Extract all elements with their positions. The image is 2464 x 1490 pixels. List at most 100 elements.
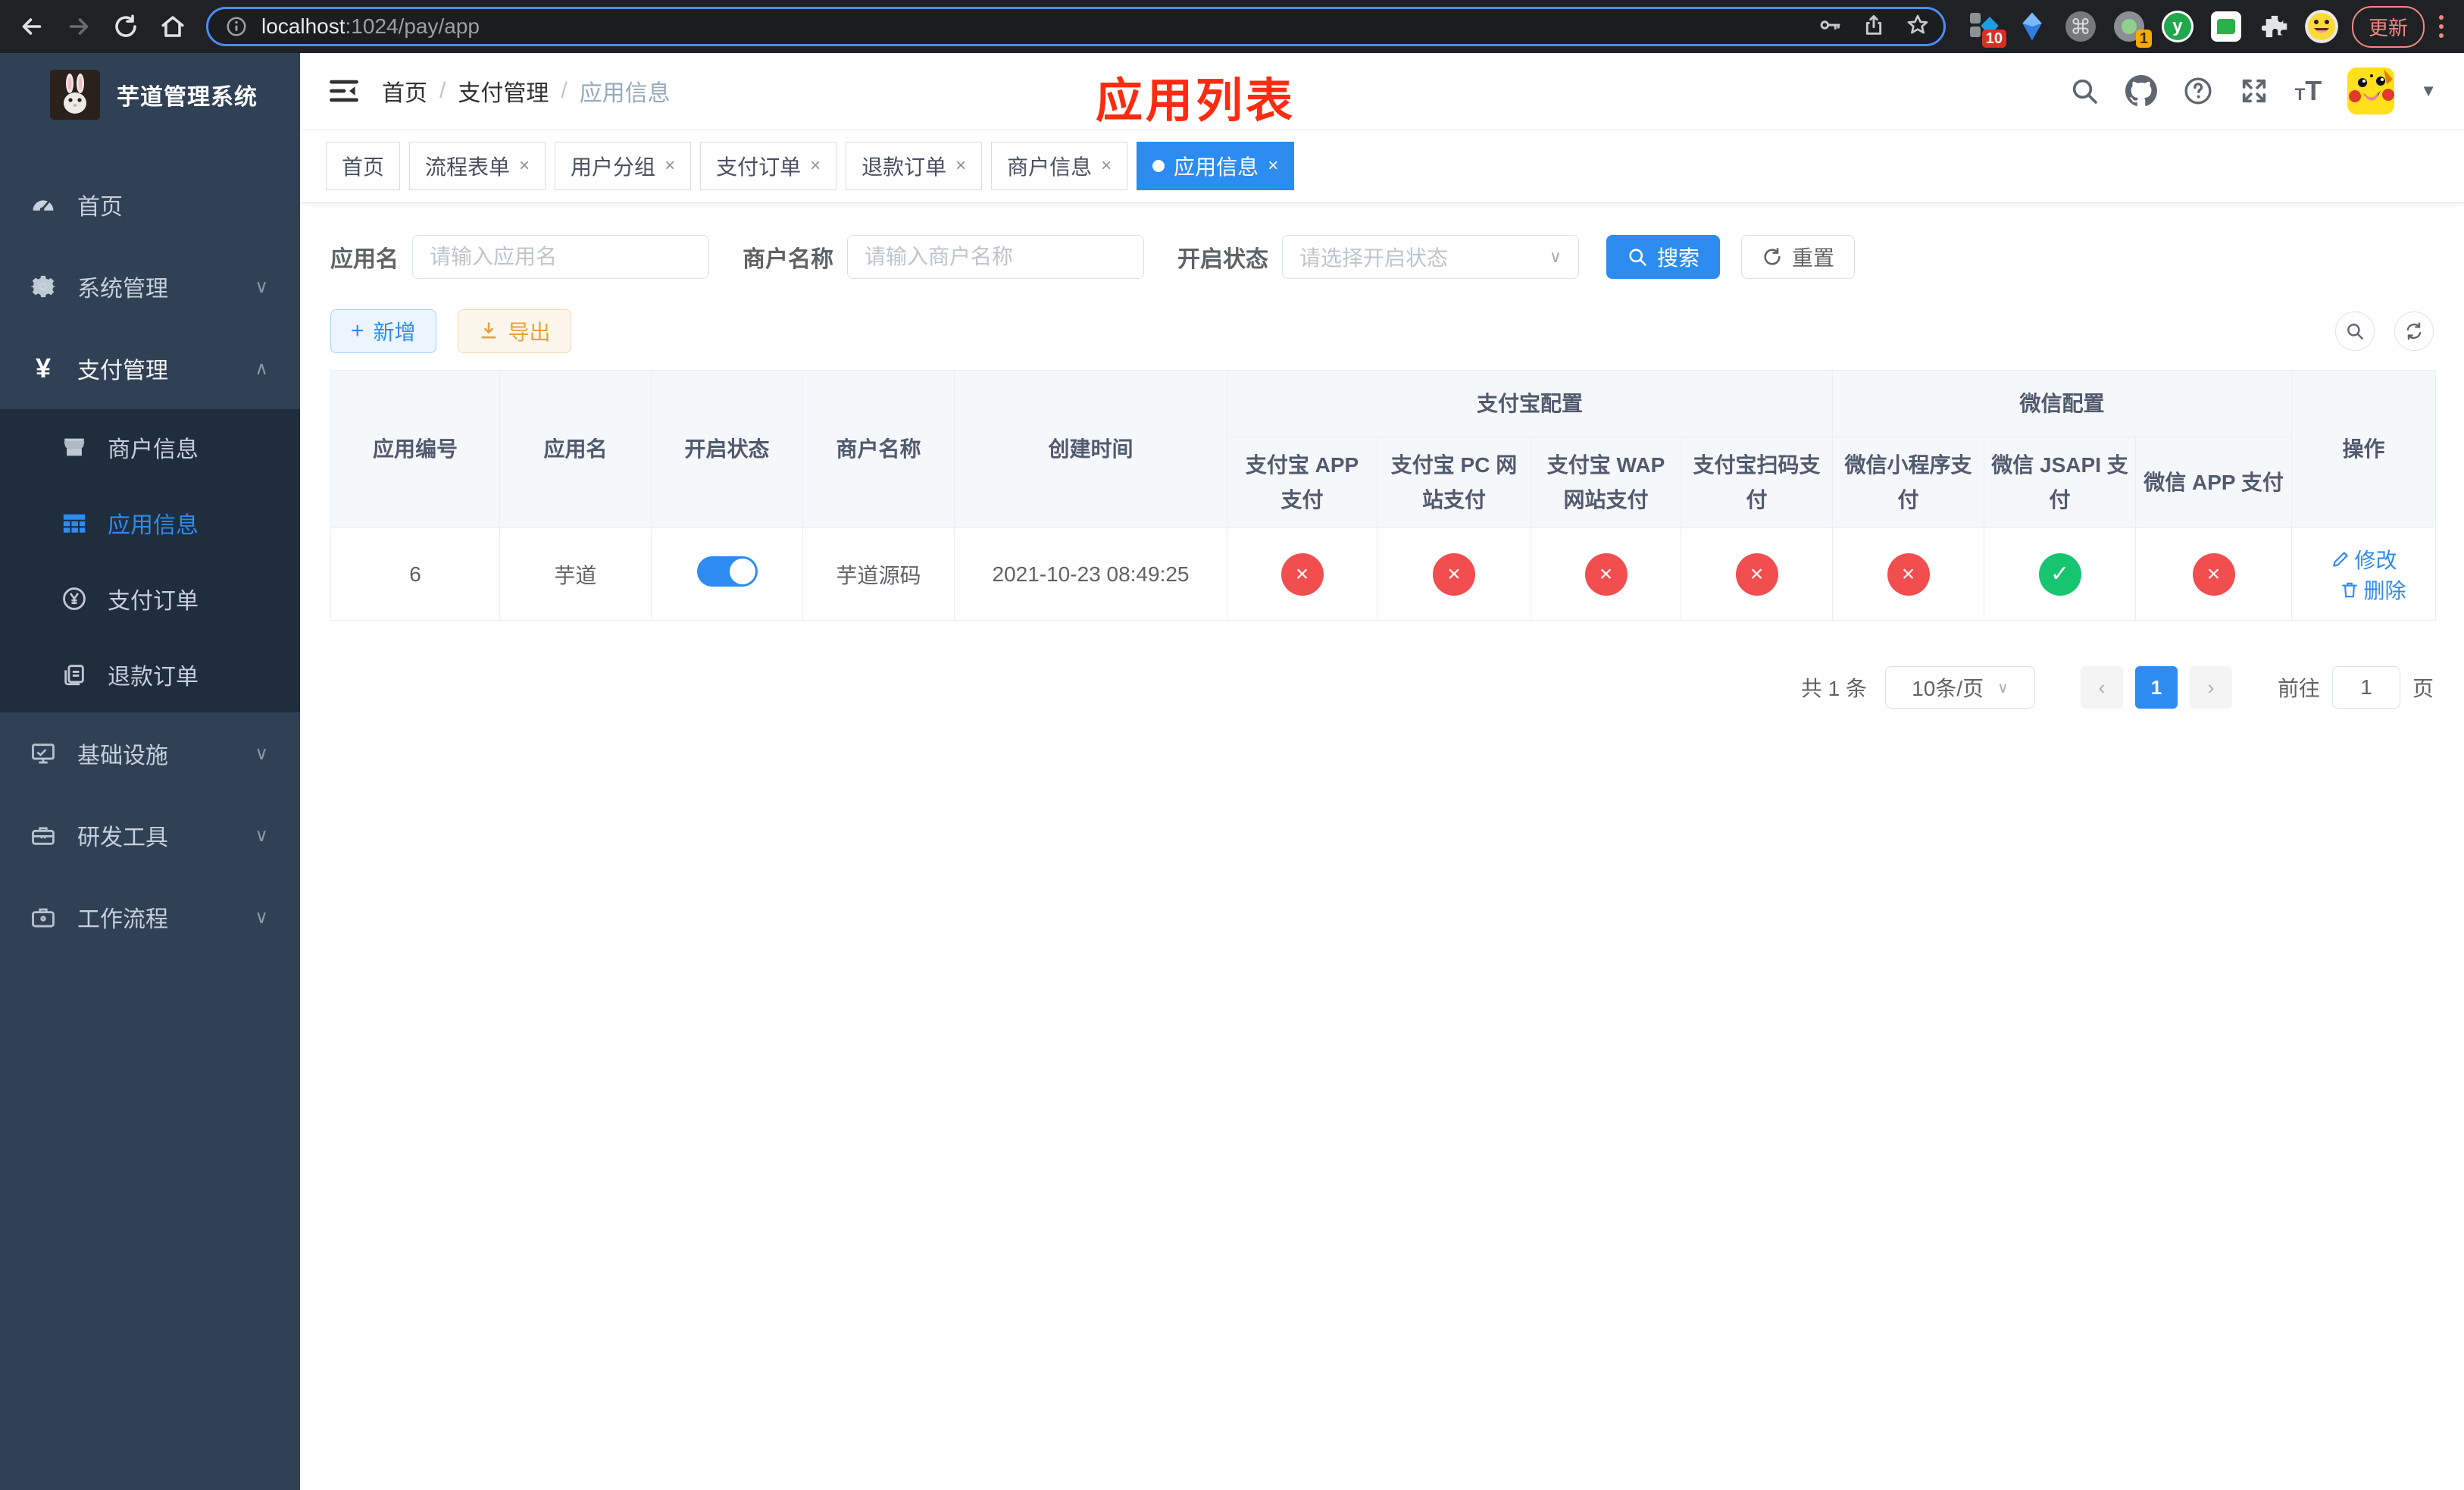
cell-wechat-jsapi: ✓ <box>1984 527 2137 621</box>
tab-label: 首页 <box>342 155 385 179</box>
sidebar-logo[interactable]: 芋道管理系统 <box>0 53 300 136</box>
enabled-toggle[interactable] <box>696 556 758 587</box>
sidebar-item-devtools[interactable]: 研发工具 ∨ <box>0 794 300 876</box>
status-icon: × <box>1584 552 1628 596</box>
tab-merchant-info[interactable]: 商户信息 × <box>991 141 1128 190</box>
cell-created: 2021-10-23 08:49:25 <box>954 527 1227 621</box>
total-count: 共 1 条 <box>1800 677 1867 700</box>
browser-menu-icon[interactable] <box>2435 15 2447 38</box>
sidebar-item-merchant-info[interactable]: 商户信息 <box>0 409 300 485</box>
sidebar-item-label: 工作流程 <box>77 907 168 932</box>
sidebar-item-label: 研发工具 <box>77 825 168 850</box>
cell-status <box>651 527 803 621</box>
sidebar-item-infra[interactable]: 基础设施 ∨ <box>0 712 300 794</box>
sidebar-collapse-icon[interactable] <box>327 74 361 108</box>
tab-user-group[interactable]: 用户分组 × <box>555 141 692 190</box>
url-path: :1024/pay/app <box>345 14 480 38</box>
sidebar-item-system[interactable]: 系统管理 ∨ <box>0 246 300 327</box>
sidebar-item-label: 支付订单 <box>108 589 199 614</box>
tab-close-icon[interactable]: × <box>519 155 530 177</box>
tab-close-icon[interactable]: × <box>1101 155 1112 177</box>
tab-refund-order[interactable]: 退款订单 × <box>846 141 983 190</box>
reset-button[interactable]: 重置 <box>1741 235 1856 279</box>
bookmark-star-icon[interactable] <box>1906 13 1930 41</box>
site-info-icon[interactable] <box>222 12 251 41</box>
sidebar-item-app-info[interactable]: 应用信息 <box>0 485 300 561</box>
search-button[interactable]: 搜索 <box>1606 235 1721 279</box>
export-button[interactable]: 导出 <box>457 309 571 353</box>
app-name-input[interactable] <box>412 235 709 279</box>
extension-lens-icon[interactable]: 1 <box>2112 10 2152 48</box>
tab-close-icon[interactable]: × <box>955 155 966 177</box>
fullscreen-icon[interactable] <box>2239 76 2269 106</box>
table-row: 6 芋道 芋道源码 2021-10-23 08:49:25 × × × × × … <box>330 527 2437 621</box>
extension-grid-icon[interactable]: 10 <box>1967 10 2006 48</box>
tab-pay-order[interactable]: 支付订单 × <box>700 141 837 190</box>
extension-chat-icon[interactable] <box>2209 10 2243 43</box>
sidebar-item-pay-order[interactable]: 支付订单 <box>0 561 300 637</box>
delete-link[interactable]: 删除 <box>2340 574 2406 605</box>
tab-close-icon[interactable]: × <box>1268 155 1278 177</box>
breadcrumb-home[interactable]: 首页 <box>382 74 427 108</box>
browser-profile-avatar[interactable] <box>2304 10 2338 43</box>
tab-home[interactable]: 首页 <box>326 141 401 190</box>
sidebar-item-payment[interactable]: ¥ 支付管理 ∧ <box>0 327 300 409</box>
col-status: 开启状态 <box>651 370 803 528</box>
extension-kite-icon[interactable] <box>2015 10 2049 43</box>
browser-home-icon[interactable] <box>152 5 194 48</box>
tab-close-icon[interactable]: × <box>810 155 821 177</box>
app-title: 芋道管理系统 <box>117 85 258 110</box>
extensions-bar: 10 ⌘ 1 y <box>1958 10 2300 48</box>
yen-icon: ¥ <box>35 352 52 383</box>
chevron-down-icon[interactable]: ▼ <box>2420 81 2437 101</box>
browser-forward-icon[interactable] <box>58 5 100 48</box>
tab-app-info[interactable]: 应用信息 × <box>1137 141 1295 190</box>
breadcrumb-current: 应用信息 <box>579 81 671 106</box>
col-alipay-scan: 支付宝扫码支付 <box>1680 437 1834 528</box>
next-page-button[interactable]: › <box>2189 666 2232 709</box>
edit-link[interactable]: 修改 <box>2331 544 2397 574</box>
browser-reload-icon[interactable] <box>105 5 147 48</box>
page-size-value: 10条/页 <box>1912 677 1984 700</box>
browser-update-button[interactable]: 更新 <box>2351 5 2425 48</box>
user-avatar[interactable] <box>2347 67 2395 114</box>
active-dot <box>1152 159 1165 172</box>
store-icon <box>59 434 89 460</box>
browser-back-icon[interactable] <box>11 5 53 48</box>
sidebar-item-workflow[interactable]: 工作流程 ∨ <box>0 876 300 958</box>
status-icon: × <box>1735 552 1778 596</box>
sidebar-item-refund-order[interactable]: 退款订单 <box>0 637 300 712</box>
share-icon[interactable] <box>1862 13 1886 41</box>
status-icon: ✓ <box>2038 552 2081 596</box>
sidebar-item-home[interactable]: 首页 <box>0 164 300 246</box>
goto-suffix: 页 <box>2412 677 2434 700</box>
merchant-name-input[interactable] <box>847 235 1144 279</box>
github-icon[interactable] <box>2125 75 2157 107</box>
page-number-button[interactable]: 1 <box>2134 666 2178 709</box>
extension-y-icon[interactable]: y <box>2161 10 2194 43</box>
table-refresh-icon[interactable] <box>2394 311 2434 351</box>
url-text[interactable]: localhost:1024/pay/app <box>261 14 1807 39</box>
extension-badge: 10 <box>1981 30 2006 48</box>
page-size-select[interactable]: 10条/页 ∨ <box>1884 666 2035 709</box>
status-select[interactable]: 请选择开启状态 ∨ <box>1282 235 1579 279</box>
top-navbar: 首页 / 支付管理 / 应用信息 应用列表 TT ▼ <box>300 53 2464 129</box>
cell-merchant: 芋道源码 <box>802 527 955 621</box>
extensions-puzzle-icon[interactable] <box>2258 10 2291 43</box>
table-search-toggle-icon[interactable] <box>2335 311 2375 351</box>
prev-page-button[interactable]: ‹ <box>2080 666 2123 709</box>
goto-page-input[interactable] <box>2331 666 2400 709</box>
font-size-icon[interactable]: TT <box>2295 77 2322 105</box>
add-button[interactable]: + 新增 <box>330 309 436 353</box>
address-bar[interactable]: localhost:1024/pay/app <box>206 7 1946 46</box>
help-icon[interactable] <box>2183 76 2213 106</box>
navbar-actions: TT ▼ <box>2069 67 2437 114</box>
tab-close-icon[interactable]: × <box>664 155 675 177</box>
breadcrumb-payment[interactable]: 支付管理 <box>458 74 549 108</box>
tab-process-form[interactable]: 流程表单 × <box>409 141 546 190</box>
url-host: localhost <box>261 14 346 38</box>
col-wechat-app: 微信 APP 支付 <box>2135 437 2293 528</box>
password-key-icon[interactable] <box>1818 13 1842 41</box>
extension-command-icon[interactable]: ⌘ <box>2064 10 2097 43</box>
search-icon[interactable] <box>2069 76 2100 106</box>
